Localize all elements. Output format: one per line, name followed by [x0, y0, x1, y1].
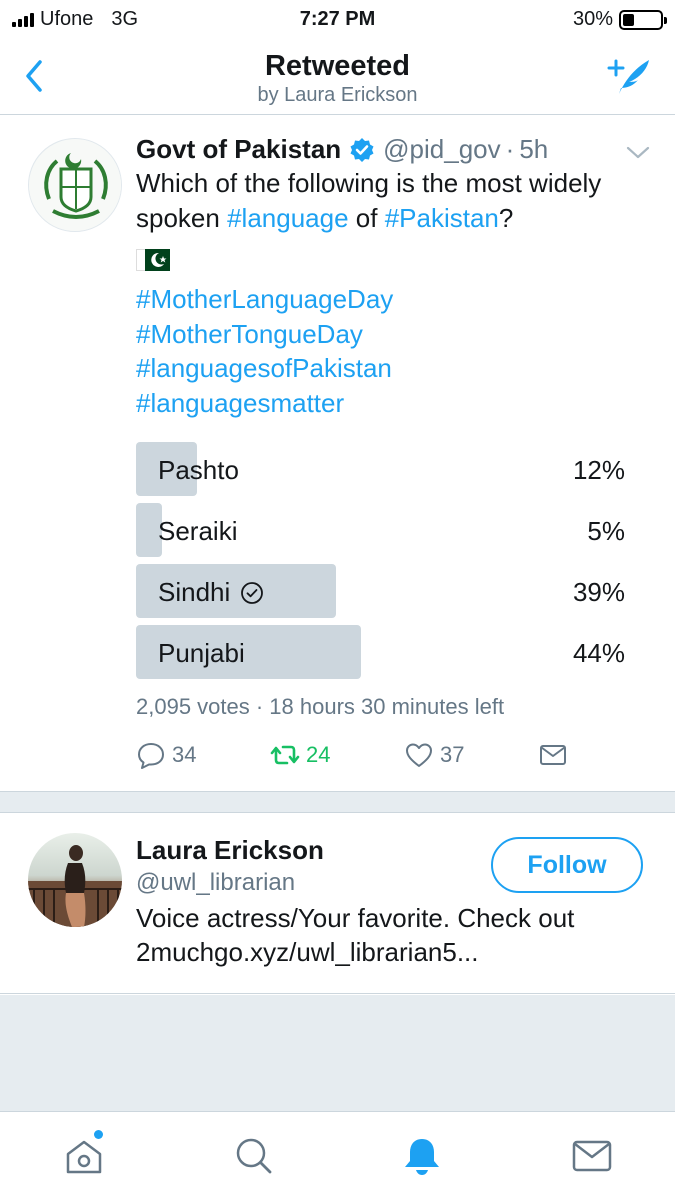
- hashtag-list: #MotherLanguageDay #MotherTongueDay #lan…: [136, 282, 393, 420]
- follow-button[interactable]: Follow: [491, 837, 643, 893]
- government-emblem-icon: [29, 139, 121, 231]
- poll: Pashto 12% Seraiki 5% Sindhi 39% Punjabi…: [136, 442, 632, 686]
- tab-notifications[interactable]: [400, 1134, 444, 1178]
- poll-option-label: Punjabi: [158, 638, 245, 668]
- poll-option-percent: 39%: [572, 577, 625, 607]
- pakistan-flag-icon: [136, 249, 170, 271]
- home-notification-dot: [94, 1130, 103, 1139]
- tweet-text-part: ?: [498, 203, 514, 233]
- hashtag-link[interactable]: #MotherTongueDay: [136, 317, 393, 352]
- tweet-header: Govt of Pakistan @pid_gov · 5h: [136, 134, 548, 165]
- home-icon: [66, 1140, 102, 1174]
- share-dm-button[interactable]: [538, 740, 574, 770]
- hashtag-link[interactable]: #language: [227, 203, 348, 233]
- tweet-menu-button[interactable]: [625, 144, 651, 162]
- meta-separator: ·: [505, 134, 515, 164]
- poll-option-label: Pashto: [158, 455, 239, 485]
- page-title: Retweeted: [264, 50, 411, 82]
- poll-option: Seraiki 5%: [136, 503, 632, 557]
- user-handle[interactable]: @uwl_librarian: [136, 869, 295, 897]
- like-count: 37: [440, 742, 465, 767]
- avatar[interactable]: [28, 833, 122, 927]
- nav-header: Retweeted by Laura Erickson: [0, 40, 675, 115]
- author-handle[interactable]: @pid_gov: [383, 134, 500, 165]
- verified-badge-icon: [350, 137, 374, 162]
- poll-option-percent: 12%: [572, 455, 625, 485]
- poll-option: Sindhi 39%: [136, 564, 632, 618]
- poll-option-label: Seraiki: [158, 516, 238, 546]
- poll-option-label: Sindhi: [158, 577, 231, 607]
- check-circle-icon: [241, 581, 264, 604]
- like-button[interactable]: 37: [404, 740, 464, 770]
- user-bio-line: Voice actress/Your favorite. Check out: [136, 903, 575, 933]
- author-name[interactable]: Govt of Pakistan: [136, 134, 341, 165]
- user-card[interactable]: Laura Erickson @uwl_librarian Voice actr…: [0, 813, 675, 994]
- user-name[interactable]: Laura Erickson: [136, 835, 324, 866]
- poll-meta: 2,095 votes · 18 hours 30 minutes left: [136, 694, 505, 719]
- battery-icon: [619, 9, 667, 30]
- messages-icon: [572, 1140, 612, 1172]
- section-divider: [0, 791, 675, 813]
- retweet-icon: [270, 745, 300, 765]
- tab-bar: [0, 1111, 675, 1200]
- poll-option: Punjabi 44%: [136, 625, 632, 679]
- tweet[interactable]: Govt of Pakistan @pid_gov · 5h Which of …: [0, 116, 675, 792]
- compose-tweet-icon: [607, 59, 649, 94]
- hashtag-link[interactable]: #languagesofPakistan: [136, 351, 393, 386]
- compose-button[interactable]: [605, 54, 653, 98]
- retweet-count: 24: [306, 742, 331, 767]
- tweet-time: 5h: [519, 134, 549, 164]
- avatar[interactable]: [28, 138, 122, 232]
- poll-option-percent: 5%: [587, 516, 625, 546]
- reply-button[interactable]: 34: [136, 740, 196, 770]
- reply-count: 34: [172, 742, 197, 767]
- notifications-icon: [405, 1139, 439, 1175]
- user-bio: Voice actress/Your favorite. Check out 2…: [136, 901, 636, 969]
- poll-option: Pashto 12%: [136, 442, 632, 496]
- battery-fill: [623, 13, 634, 26]
- chevron-down-icon: [626, 146, 650, 159]
- tab-search[interactable]: [232, 1134, 276, 1178]
- poll-option-percent: 44%: [572, 638, 625, 668]
- tab-home[interactable]: [62, 1134, 106, 1178]
- heart-icon: [406, 743, 432, 767]
- hashtag-link[interactable]: #languagesmatter: [136, 386, 393, 421]
- battery-percent: 30%: [572, 8, 613, 30]
- reply-icon: [138, 743, 164, 769]
- status-bar: Ufone 3G 7:27 PM 30%: [0, 0, 675, 40]
- user-bio-link[interactable]: 2muchgo.xyz/uwl_librarian5...: [136, 935, 636, 969]
- tab-messages[interactable]: [570, 1134, 614, 1178]
- page-subtitle: by Laura Erickson: [257, 84, 418, 106]
- profile-photo-icon: [28, 845, 122, 927]
- hashtag-link[interactable]: #Pakistan: [385, 203, 499, 233]
- status-right: 30%: [572, 8, 667, 31]
- empty-background: [0, 995, 675, 1111]
- hashtag-link[interactable]: #MotherLanguageDay: [136, 282, 393, 317]
- tweet-text: Which of the following is the most widel…: [136, 166, 656, 236]
- tweet-text-part: of: [348, 203, 385, 233]
- search-icon: [236, 1138, 272, 1174]
- envelope-icon: [540, 745, 566, 765]
- retweet-button[interactable]: 24: [270, 740, 330, 770]
- tweet-actions: 34 24 37: [136, 740, 636, 780]
